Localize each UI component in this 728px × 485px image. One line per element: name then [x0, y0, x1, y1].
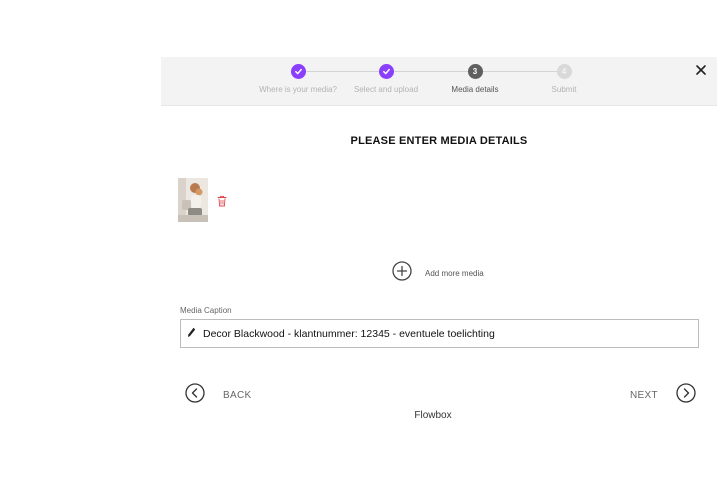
- step-label: Select and upload: [353, 85, 419, 94]
- back-label: BACK: [223, 390, 252, 401]
- step-select-upload: Select and upload: [341, 64, 431, 94]
- add-more-label: Add more media: [425, 269, 484, 278]
- caption-label: Media Caption: [180, 306, 232, 315]
- step-label: Where is your media?: [259, 85, 337, 94]
- media-thumbnail[interactable]: [178, 178, 208, 222]
- check-icon: [378, 64, 394, 79]
- upload-modal: Where is your media? Select and upload 3…: [161, 57, 717, 437]
- step-label: Media details: [451, 85, 499, 94]
- close-icon[interactable]: [694, 63, 708, 77]
- back-button[interactable]: BACK: [185, 383, 251, 408]
- step-where-is-media: Where is your media?: [253, 64, 343, 94]
- step-label: Submit: [551, 85, 577, 94]
- plus-circle-icon: [392, 261, 412, 286]
- next-label: NEXT: [630, 390, 658, 401]
- step-media-details: 3 Media details: [430, 64, 520, 94]
- caption-input[interactable]: [203, 327, 698, 340]
- trash-icon[interactable]: [217, 194, 227, 207]
- step-submit: 4 Submit: [519, 64, 609, 94]
- add-more-media-button[interactable]: Add more media: [392, 261, 484, 286]
- chevron-right-icon: [676, 383, 696, 408]
- progress-stepper: Where is your media? Select and upload 3…: [161, 57, 717, 106]
- caption-field[interactable]: [180, 319, 699, 348]
- step-number: 3: [467, 64, 483, 79]
- step-number: 4: [556, 64, 572, 79]
- chevron-left-icon: [185, 383, 205, 408]
- next-button[interactable]: NEXT: [630, 383, 696, 408]
- page-title: PLEASE ENTER MEDIA DETAILS: [350, 135, 528, 147]
- check-icon: [290, 64, 306, 79]
- pencil-icon: [187, 325, 196, 343]
- brand-label: Flowbox: [414, 410, 452, 421]
